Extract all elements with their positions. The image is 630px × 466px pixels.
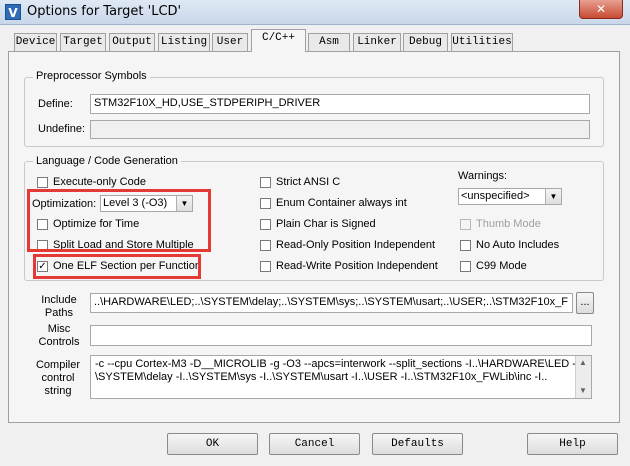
- tab-listing[interactable]: Listing: [158, 33, 210, 51]
- close-icon: ✕: [595, 2, 607, 16]
- enum-container-checkbox[interactable]: [260, 198, 271, 209]
- tab-user[interactable]: User: [212, 33, 248, 51]
- rw-pi-checkbox[interactable]: [260, 261, 271, 272]
- strict-ansi-checkbox[interactable]: [260, 177, 271, 188]
- warnings-select[interactable]: <unspecified> ▼: [458, 188, 562, 205]
- scroll-down-icon[interactable]: ▼: [576, 384, 590, 398]
- help-button[interactable]: Help: [527, 433, 618, 455]
- compiler-string-textarea[interactable]: -c --cpu Cortex-M3 -D__MICROLIB -g -O3 -…: [90, 355, 592, 399]
- window-title: Options for Target 'LCD': [27, 4, 182, 19]
- language-legend: Language / Code Generation: [33, 155, 181, 167]
- warnings-label: Warnings:: [458, 170, 508, 182]
- tab-device[interactable]: Device: [14, 33, 57, 51]
- rw-pi-label: Read-Write Position Independent: [276, 260, 438, 272]
- execute-only-label: Execute-only Code: [53, 176, 146, 188]
- include-paths-label: Include Paths: [41, 294, 77, 319]
- misc-controls-label: Misc Controls: [38, 323, 80, 348]
- strict-ansi-label: Strict ANSI C: [276, 176, 341, 188]
- tab-linker[interactable]: Linker: [353, 33, 401, 51]
- vertical-scrollbar[interactable]: ▲ ▼: [575, 356, 591, 398]
- thumb-mode-checkbox[interactable]: [460, 219, 471, 230]
- c99-mode-checkbox[interactable]: [460, 261, 471, 272]
- enum-container-label: Enum Container always int: [276, 197, 407, 209]
- define-input[interactable]: STM32F10X_HD,USE_STDPERIPH_DRIVER: [90, 94, 590, 114]
- thumb-mode-label: Thumb Mode: [476, 218, 541, 230]
- tab-output[interactable]: Output: [109, 33, 155, 51]
- tab-target[interactable]: Target: [60, 33, 106, 51]
- tab-utilities[interactable]: Utilities: [451, 33, 513, 51]
- close-button[interactable]: ✕: [579, 0, 623, 19]
- cancel-button[interactable]: Cancel: [269, 433, 360, 455]
- plain-char-checkbox[interactable]: [260, 219, 271, 230]
- tab-c-cpp[interactable]: C/C++: [251, 29, 306, 52]
- compiler-line-2: \SYSTEM\delay -I..\SYSTEM\sys -I..\SYSTE…: [95, 371, 548, 383]
- undefine-input[interactable]: [90, 120, 590, 139]
- ro-pi-label: Read-Only Position Independent: [276, 239, 435, 251]
- app-icon: V: [5, 4, 21, 20]
- tab-asm[interactable]: Asm: [308, 33, 350, 51]
- plain-char-label: Plain Char is Signed: [276, 218, 376, 230]
- undefine-label: Undefine:: [38, 123, 86, 135]
- highlight-box-one-elf: [33, 254, 201, 279]
- highlight-box-optimization: [27, 189, 211, 252]
- chevron-down-icon: ▼: [545, 189, 561, 204]
- compiler-string-label: Compiler control string: [35, 359, 80, 397]
- no-auto-includes-label: No Auto Includes: [476, 239, 560, 251]
- compiler-line-1: -c --cpu Cortex-M3 -D__MICROLIB -g -O3 -…: [95, 358, 586, 370]
- ro-pi-checkbox[interactable]: [260, 240, 271, 251]
- browse-button[interactable]: ...: [576, 292, 594, 314]
- defaults-button[interactable]: Defaults: [372, 433, 463, 455]
- c99-mode-label: C99 Mode: [476, 260, 527, 272]
- scroll-up-icon[interactable]: ▲: [576, 356, 590, 370]
- misc-controls-input[interactable]: [90, 325, 592, 346]
- preprocessor-legend: Preprocessor Symbols: [33, 70, 150, 82]
- include-paths-input[interactable]: ..\HARDWARE\LED;..\SYSTEM\delay;..\SYSTE…: [90, 293, 573, 313]
- ok-button[interactable]: OK: [167, 433, 258, 455]
- tab-debug[interactable]: Debug: [403, 33, 448, 51]
- execute-only-checkbox[interactable]: [37, 177, 48, 188]
- warnings-value: <unspecified>: [461, 190, 530, 202]
- title-bar: V Options for Target 'LCD' ✕: [0, 0, 630, 25]
- define-label: Define:: [38, 98, 73, 110]
- no-auto-includes-checkbox[interactable]: [460, 240, 471, 251]
